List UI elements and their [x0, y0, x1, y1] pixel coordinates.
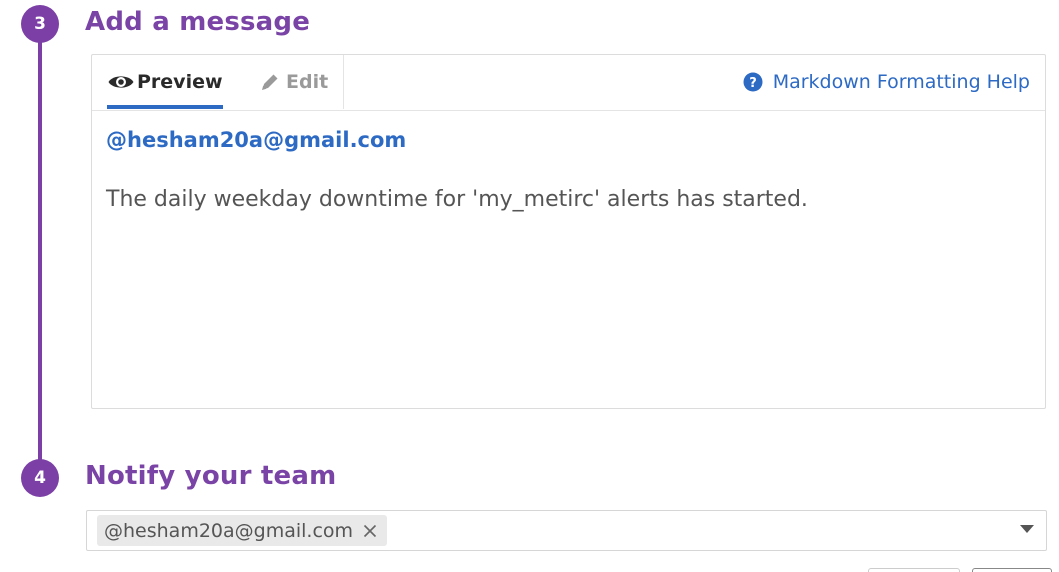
question-circle-icon: ? — [743, 72, 763, 92]
eye-icon — [107, 72, 135, 92]
step-3-title: Add a message — [85, 7, 311, 37]
step-connector-line — [38, 24, 42, 478]
step-4-title: Notify your team — [85, 461, 337, 491]
close-icon[interactable] — [363, 524, 377, 538]
tab-edit[interactable]: Edit — [260, 55, 328, 109]
editor-tabbar: Preview Edit ? Markdown Formatting Help — [92, 55, 1045, 111]
preview-message-text: The daily weekday downtime for 'my_metir… — [106, 187, 808, 212]
monitor-editor-page: 3 Add a message Preview Edit ? Markdown … — [0, 0, 1059, 572]
recipient-chip: @hesham20a@gmail.com — [97, 515, 388, 546]
tab-preview[interactable]: Preview — [107, 55, 223, 109]
message-editor: Preview Edit ? Markdown Formatting Help … — [91, 54, 1046, 409]
step-3-badge: 3 — [21, 5, 59, 43]
caret-down-icon[interactable] — [1020, 525, 1034, 533]
tab-edit-label: Edit — [286, 71, 329, 93]
tab-preview-label: Preview — [137, 71, 223, 93]
step-4-badge: 4 — [21, 459, 59, 497]
svg-text:?: ? — [749, 76, 757, 91]
pencil-icon — [260, 72, 280, 92]
tab-divider — [343, 55, 344, 109]
preview-mention[interactable]: @hesham20a@gmail.com — [106, 125, 1031, 155]
markdown-help-link[interactable]: ? Markdown Formatting Help — [743, 55, 1030, 109]
notify-recipients-select[interactable]: @hesham20a@gmail.com — [86, 510, 1047, 551]
markdown-help-label: Markdown Formatting Help — [772, 71, 1030, 93]
footer-button-primary[interactable] — [972, 568, 1052, 572]
footer-button-secondary[interactable] — [868, 568, 960, 572]
message-preview: @hesham20a@gmail.com The daily weekday d… — [106, 125, 1031, 215]
recipient-chip-label: @hesham20a@gmail.com — [104, 519, 354, 542]
